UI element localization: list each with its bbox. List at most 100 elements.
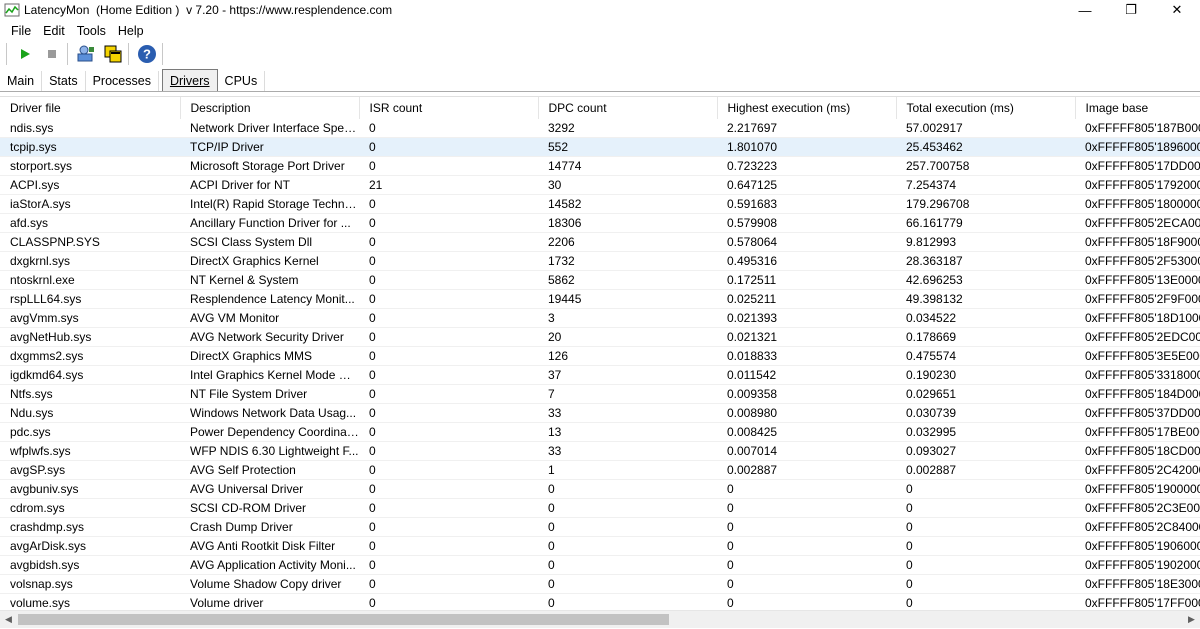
cell-dpc-count: 5862 — [538, 270, 717, 290]
cell-isr-count: 0 — [359, 213, 538, 233]
driver-button[interactable] — [74, 42, 98, 66]
cell-highest-execution: 0 — [717, 574, 896, 594]
table-row[interactable]: storport.sys Microsoft Storage Port Drive… — [0, 156, 1200, 176]
tab-processes[interactable]: Processes — [86, 71, 159, 91]
cell-dpc-count: 1 — [538, 460, 717, 480]
column-header-image-base[interactable]: Image base — [1075, 97, 1200, 119]
cell-total-execution: 57.002917 — [896, 119, 1075, 138]
table-row[interactable]: ndis.sys Network Driver Interface Speci..… — [0, 119, 1200, 138]
cell-isr-count: 0 — [359, 270, 538, 290]
scrollbar-thumb[interactable] — [18, 614, 669, 625]
column-header-dpc-count[interactable]: DPC count — [538, 97, 718, 119]
table-row[interactable]: Ntfs.sys NT File System Driver 0 7 0.009358 0… — [0, 384, 1200, 404]
cell-image-base: 0xFFFFF805'187B0000 — [1075, 119, 1200, 138]
close-button[interactable]: ✕ — [1154, 0, 1200, 20]
table-row[interactable]: avgbuniv.sys AVG Universal Driver 0 0 0 0 0xFF… — [0, 479, 1200, 499]
tab-drivers[interactable]: Drivers — [161, 69, 218, 91]
table-row[interactable]: rspLLL64.sys Resplendence Latency Monit..… — [0, 289, 1200, 309]
help-button[interactable]: ? — [135, 42, 159, 66]
horizontal-scrollbar[interactable]: ◀ ▶ — [0, 610, 1200, 628]
cell-description: Microsoft Storage Port Driver — [180, 156, 359, 176]
cell-image-base: 0xFFFFF805'33180000 — [1075, 365, 1200, 385]
cell-total-execution: 0.093027 — [896, 441, 1075, 461]
driver-icon — [77, 45, 94, 62]
table-row[interactable]: dxgmms2.sys DirectX Graphics MMS 0 126 0.018… — [0, 346, 1200, 366]
table-row[interactable]: CLASSPNP.SYS SCSI Class System Dll 0 2206 0.… — [0, 232, 1200, 252]
cell-description: ACPI Driver for NT — [180, 175, 359, 195]
menu-help[interactable]: Help — [111, 24, 149, 38]
table-row[interactable]: dxgkrnl.sys DirectX Graphics Kernel 0 1732 0… — [0, 251, 1200, 271]
cell-description: WFP NDIS 6.30 Lightweight F... — [180, 441, 359, 461]
cell-isr-count: 0 — [359, 119, 538, 138]
scroll-right-icon[interactable]: ▶ — [1183, 611, 1200, 628]
cell-total-execution: 7.254374 — [896, 175, 1075, 195]
table-row[interactable]: tcpip.sys TCP/IP Driver 0 552 1.801070 25.453… — [0, 137, 1200, 157]
cell-total-execution: 0.029651 — [896, 384, 1075, 404]
cell-isr-count: 0 — [359, 574, 538, 594]
table-row[interactable]: avgSP.sys AVG Self Protection 0 1 0.002887 0.… — [0, 460, 1200, 480]
cell-isr-count: 0 — [359, 479, 538, 499]
cell-total-execution: 0.475574 — [896, 346, 1075, 366]
cell-description: Network Driver Interface Speci... — [180, 119, 359, 138]
cell-dpc-count: 30 — [538, 175, 717, 195]
menu-file[interactable]: File — [0, 24, 36, 38]
cell-description: DirectX Graphics Kernel — [180, 251, 359, 271]
cell-dpc-count: 0 — [538, 593, 717, 611]
column-header-description[interactable]: Description — [180, 97, 360, 119]
cell-image-base: 0xFFFFF805'17DD0000 — [1075, 156, 1200, 176]
table-row[interactable]: pdc.sys Power Dependency Coordinat... 0 13 0… — [0, 422, 1200, 442]
cell-highest-execution: 0.495316 — [717, 251, 896, 271]
cell-highest-execution: 0.002887 — [717, 460, 896, 480]
cell-dpc-count: 19445 — [538, 289, 717, 309]
table-row[interactable]: avgVmm.sys AVG VM Monitor 0 3 0.021393 0.0345… — [0, 308, 1200, 328]
table-row[interactable]: avgbidsh.sys AVG Application Activity Mon… — [0, 555, 1200, 575]
table-row[interactable]: avgArDisk.sys AVG Anti Rootkit Disk Filte… — [0, 536, 1200, 556]
cell-description: Intel(R) Rapid Storage Techno... — [180, 194, 359, 214]
table-row[interactable]: wfplwfs.sys WFP NDIS 6.30 Lightweight F..… — [0, 441, 1200, 461]
cell-description: DirectX Graphics MMS — [180, 346, 359, 366]
cell-total-execution: 257.700758 — [896, 156, 1075, 176]
cell-image-base: 0xFFFFF805'184D0000 — [1075, 384, 1200, 404]
table-row[interactable]: Ndu.sys Windows Network Data Usag... 0 33 0.… — [0, 403, 1200, 423]
column-header-total-execution[interactable]: Total execution (ms) — [896, 97, 1076, 119]
cell-isr-count: 0 — [359, 555, 538, 575]
cell-driver-file: avgArDisk.sys — [0, 536, 180, 556]
table-row[interactable]: crashdmp.sys Crash Dump Driver 0 0 0 0 0xFFFFF… — [0, 517, 1200, 537]
cell-image-base: 0xFFFFF805'18CD0000 — [1075, 441, 1200, 461]
scroll-left-icon[interactable]: ◀ — [0, 611, 17, 628]
app-icon — [4, 3, 20, 17]
cell-description: AVG Universal Driver — [180, 479, 359, 499]
table-row[interactable]: cdrom.sys SCSI CD-ROM Driver 0 0 0 0 0xFFFFF80… — [0, 498, 1200, 518]
table-row[interactable]: afd.sys Ancillary Function Driver for ...… — [0, 213, 1200, 233]
tab-stats[interactable]: Stats — [42, 71, 86, 91]
tab-main[interactable]: Main — [0, 71, 43, 91]
table-row[interactable]: igdkmd64.sys Intel Graphics Kernel Mode D… — [0, 365, 1200, 385]
svg-text:?: ? — [143, 47, 151, 62]
windows-button[interactable] — [101, 42, 125, 66]
table-row[interactable]: volume.sys Volume driver 0 0 0 0 0xFFFFF805'17… — [0, 593, 1200, 611]
table-row[interactable]: volsnap.sys Volume Shadow Copy driver 0 0 0 0… — [0, 574, 1200, 594]
column-header-isr-count[interactable]: ISR count — [359, 97, 539, 119]
tab-cpus[interactable]: CPUs — [218, 71, 266, 91]
minimize-button[interactable]: — — [1062, 0, 1108, 20]
column-header-highest-execution[interactable]: Highest execution (ms) — [717, 97, 897, 119]
cell-dpc-count: 14774 — [538, 156, 717, 176]
table-row[interactable]: iaStorA.sys Intel(R) Rapid Storage Techno… — [0, 194, 1200, 214]
cell-driver-file: ntoskrnl.exe — [0, 270, 180, 290]
table-row[interactable]: ACPI.sys ACPI Driver for NT 21 30 0.647125 7.… — [0, 175, 1200, 195]
table-row[interactable]: ntoskrnl.exe NT Kernel & System 0 5862 0.172… — [0, 270, 1200, 290]
menu-edit[interactable]: Edit — [36, 24, 70, 38]
toolbar-separator — [128, 43, 129, 65]
cell-total-execution: 0 — [896, 479, 1075, 499]
cell-isr-count: 0 — [359, 536, 538, 556]
cell-isr-count: 0 — [359, 251, 538, 271]
column-header-driver-file[interactable]: Driver file — [0, 97, 181, 119]
stop-button[interactable] — [40, 42, 64, 66]
table-row[interactable]: avgNetHub.sys AVG Network Security Driver… — [0, 327, 1200, 347]
restore-button[interactable]: ❐ — [1108, 0, 1154, 20]
cell-isr-count: 0 — [359, 156, 538, 176]
cell-dpc-count: 0 — [538, 555, 717, 575]
start-button[interactable] — [13, 42, 37, 66]
cell-isr-count: 0 — [359, 441, 538, 461]
menu-tools[interactable]: Tools — [70, 24, 111, 38]
